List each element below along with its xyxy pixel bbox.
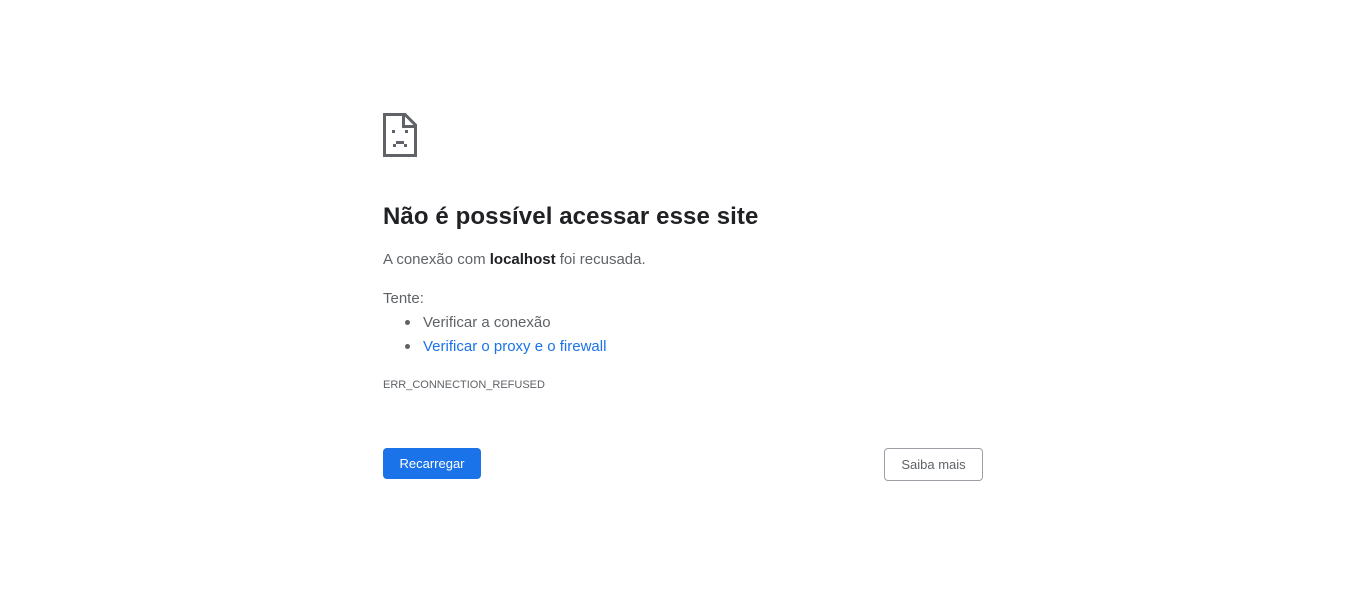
error-page: Não é possível acessar esse site A conex… <box>383 0 983 598</box>
bullet-icon <box>405 344 410 349</box>
try-label: Tente: <box>383 290 424 307</box>
description-prefix: A conexão com <box>383 251 490 268</box>
sad-document-icon <box>383 113 417 157</box>
description-suffix: foi recusada. <box>555 251 646 268</box>
suggestions-list: Verificar a conexão Verificar o proxy e … <box>383 314 606 362</box>
error-code: ERR_CONNECTION_REFUSED <box>383 379 545 391</box>
bullet-icon <box>405 320 410 325</box>
suggestion-check-proxy-firewall-link[interactable]: Verificar o proxy e o firewall <box>423 338 606 355</box>
list-item: Verificar a conexão <box>383 314 606 338</box>
error-description: A conexão com localhost foi recusada. <box>383 251 646 268</box>
reload-button[interactable]: Recarregar <box>383 448 481 479</box>
list-item: Verificar o proxy e o firewall <box>383 338 606 362</box>
learn-more-button[interactable]: Saiba mais <box>884 448 983 481</box>
page-title: Não é possível acessar esse site <box>383 203 759 230</box>
host-name: localhost <box>489 251 556 268</box>
suggestion-check-connection: Verificar a conexão <box>423 314 551 331</box>
